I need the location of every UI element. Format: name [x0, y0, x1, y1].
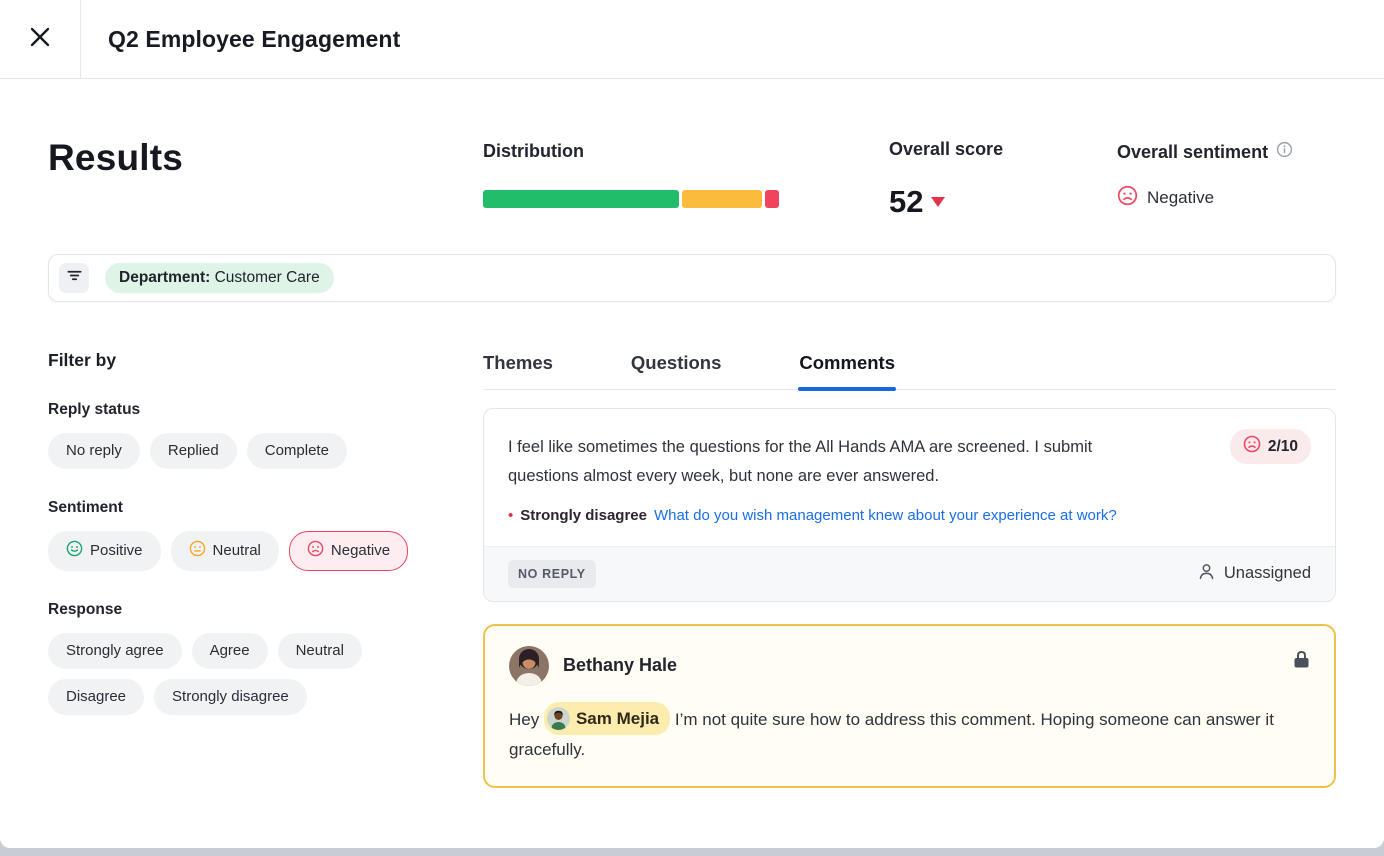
modal-header: Q2 Employee Engagement: [0, 0, 1384, 79]
department-filter-value: Customer Care: [215, 269, 320, 286]
response-group-label: Response: [48, 601, 483, 619]
status-badge: NO REPLY: [508, 560, 596, 588]
overall-score-section: Overall score 52: [889, 137, 1117, 220]
tab-themes[interactable]: Themes: [483, 352, 553, 389]
sad-face-icon: [307, 540, 324, 562]
chip-complete[interactable]: Complete: [247, 433, 347, 469]
chip-response-neutral[interactable]: Neutral: [278, 633, 362, 669]
assignee-button[interactable]: Unassigned: [1197, 562, 1311, 586]
overall-sentiment-label: Overall sentiment: [1117, 142, 1268, 163]
smile-face-icon: [66, 540, 83, 562]
overall-sentiment-value: Negative: [1147, 188, 1214, 208]
chip-replied[interactable]: Replied: [150, 433, 237, 469]
comment-footer: NO REPLY Unassigned: [484, 546, 1335, 601]
results-heading: Results: [48, 137, 483, 220]
chip-positive[interactable]: Positive: [48, 531, 161, 571]
survey-results-modal: Q2 Employee Engagement Results Distribut…: [0, 0, 1384, 848]
distribution-bar: [483, 190, 779, 208]
tab-comments[interactable]: Comments: [799, 352, 895, 389]
sentiment-chips: Positive Neutral Negative: [48, 531, 428, 571]
distribution-segment-negative: [765, 190, 779, 208]
department-filter-chip[interactable]: Department: Customer Care: [105, 263, 334, 293]
bethany-avatar: [509, 646, 549, 686]
sentiment-group-label: Sentiment: [48, 499, 483, 517]
response-chips: Strongly agree Agree Neutral Disagree St…: [48, 633, 428, 715]
tab-questions[interactable]: Questions: [631, 352, 721, 389]
distribution-segment-positive: [483, 190, 679, 208]
distribution-segment-neutral: [682, 190, 762, 208]
sam-avatar: [547, 707, 570, 730]
close-button[interactable]: [0, 0, 81, 78]
summary-row: Results Distribution Overall score 52: [48, 137, 1336, 220]
page-title: Q2 Employee Engagement: [81, 0, 400, 78]
reply-text-before: Hey: [509, 710, 539, 729]
distribution-section: Distribution: [483, 137, 889, 220]
applied-filters-bar: Department: Customer Care: [48, 254, 1336, 302]
comment-score-value: 2/10: [1268, 438, 1298, 456]
chip-negative-label: Negative: [331, 542, 390, 560]
chip-agree[interactable]: Agree: [192, 633, 268, 669]
response-bullet: •: [508, 507, 513, 524]
distribution-label: Distribution: [483, 141, 889, 162]
chip-neutral-label: Neutral: [213, 542, 261, 560]
filters-sidebar: Filter by Reply status No reply Replied …: [48, 350, 483, 788]
chip-no-reply[interactable]: No reply: [48, 433, 140, 469]
chip-positive-label: Positive: [90, 542, 143, 560]
filter-button[interactable]: [59, 263, 89, 293]
sad-face-icon: [1243, 435, 1261, 458]
chip-neutral[interactable]: Neutral: [171, 531, 279, 571]
lock-icon[interactable]: [1293, 650, 1310, 674]
chip-strongly-disagree[interactable]: Strongly disagree: [154, 679, 307, 715]
comment-text: I feel like sometimes the questions for …: [508, 433, 1311, 491]
reply-status-chips: No reply Replied Complete: [48, 433, 428, 469]
reply-author-name: Bethany Hale: [563, 655, 677, 676]
score-trend-down-icon: [931, 197, 945, 207]
close-icon: [29, 26, 51, 53]
chip-negative[interactable]: Negative: [289, 531, 408, 571]
overall-sentiment-section: Overall sentiment Negative: [1117, 137, 1336, 220]
filter-by-heading: Filter by: [48, 350, 483, 371]
chip-strongly-agree[interactable]: Strongly agree: [48, 633, 182, 669]
neutral-face-icon: [189, 540, 206, 562]
comment-score-badge: 2/10: [1230, 429, 1311, 464]
reply-status-group-label: Reply status: [48, 401, 483, 419]
filter-lines-icon: [66, 267, 83, 289]
mention-chip[interactable]: Sam Mejia: [544, 702, 670, 735]
department-filter-label: Department:: [119, 269, 210, 286]
overall-score-value: 52: [889, 184, 923, 220]
assignee-label: Unassigned: [1224, 564, 1311, 583]
info-icon[interactable]: [1276, 141, 1293, 163]
mention-name: Sam Mejia: [576, 704, 659, 733]
private-reply-card: Bethany Hale Hey Sam Mejia: [483, 624, 1336, 788]
comment-card: I feel like sometimes the questions for …: [483, 408, 1336, 602]
overall-score-label: Overall score: [889, 139, 1117, 160]
results-tabs: Themes Questions Comments: [483, 350, 1336, 390]
reply-text: Hey Sam Mejia I’m not quite sure how to …: [509, 702, 1310, 764]
results-panel: Themes Questions Comments I feel like so…: [483, 350, 1336, 788]
comment-response-label: Strongly disagree: [520, 507, 647, 524]
person-icon: [1197, 562, 1216, 586]
negative-sentiment-icon: [1117, 185, 1138, 211]
chip-disagree[interactable]: Disagree: [48, 679, 144, 715]
survey-question-link[interactable]: What do you wish management knew about y…: [654, 507, 1117, 524]
